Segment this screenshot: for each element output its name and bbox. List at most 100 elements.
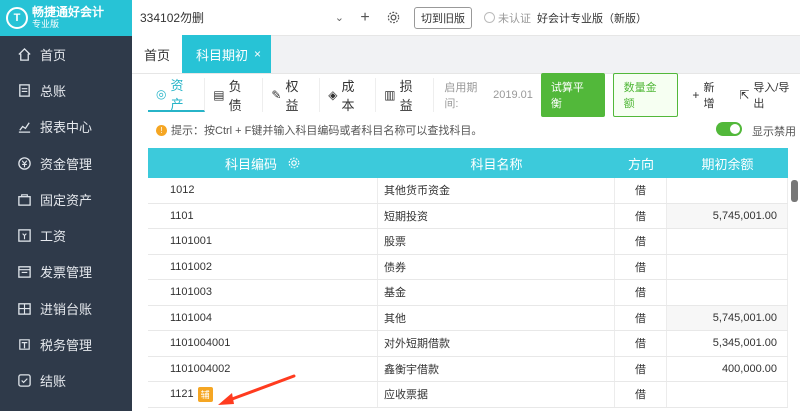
category-label: 负债: [228, 79, 242, 113]
table-row[interactable]: 1101001 股票 借: [148, 229, 788, 255]
export-icon: ⇱: [739, 88, 750, 102]
column-header-name: 科目名称: [470, 156, 523, 172]
close-icon[interactable]: ×: [254, 47, 261, 61]
tab-asset[interactable]: ◎ 资产: [148, 78, 206, 112]
table-row[interactable]: 1101003 基金 借: [148, 280, 788, 306]
tab-equity[interactable]: ✎ 权益: [263, 78, 321, 113]
import-export-button[interactable]: ⇱ 导入/导出: [739, 79, 800, 111]
sidebar-nav: 首页 总账 报表中心 资金管理 固定资产 工资 发票管理 进销台账 税务管理 结…: [0, 36, 132, 399]
cell-balance[interactable]: [667, 254, 788, 279]
ledger-icon: [16, 82, 32, 98]
chart-icon: [16, 119, 32, 135]
gear-icon[interactable]: [382, 7, 404, 29]
category-label: 权益: [285, 79, 299, 113]
cell-direction: 借: [615, 382, 667, 407]
cell-direction: 借: [615, 356, 667, 381]
cell-balance[interactable]: [667, 382, 788, 407]
cell-direction: 借: [615, 178, 667, 203]
scrollbar-thumb[interactable]: [791, 180, 798, 202]
tab-profit-loss[interactable]: ▥ 损益: [376, 78, 435, 113]
version-label: 好会计专业版（新版）: [537, 12, 647, 25]
table-row[interactable]: 1101002 债券 借: [148, 254, 788, 280]
sidebar-item-inventory[interactable]: 进销台账: [0, 290, 132, 326]
cost-tab-icon: ◈: [328, 88, 338, 102]
gear-icon[interactable]: [287, 156, 301, 170]
cell-balance[interactable]: 5,345,001.00: [667, 331, 788, 356]
cell-code: 1101001: [148, 229, 378, 254]
sidebar-item-reports[interactable]: 报表中心: [0, 109, 132, 145]
table-header: 科目编码 科目名称 方向 期初余额: [148, 148, 788, 178]
table-row[interactable]: 1101004001 对外短期借款 借 5,345,001.00: [148, 331, 788, 357]
sidebar-item-label: 总账: [40, 83, 67, 99]
logo-icon: T: [6, 7, 28, 29]
home-icon: [16, 46, 32, 62]
sidebar-item-funds[interactable]: 资金管理: [0, 145, 132, 181]
add-button[interactable]: + 新增: [692, 79, 725, 111]
sidebar-item-label: 固定资产: [40, 192, 93, 208]
cell-code: 1012: [148, 178, 378, 203]
auth-status[interactable]: 未认证: [484, 10, 531, 26]
trial-balance-button[interactable]: 试算平衡: [540, 73, 605, 117]
sidebar-item-fixed-assets[interactable]: 固定资产: [0, 181, 132, 217]
sidebar-item-label: 报表中心: [40, 120, 93, 136]
category-bar: ◎ 资产 ▤ 负债 ✎ 权益 ◈ 成本 ▥ 损益 启用期间: 2019.01 试…: [148, 73, 800, 117]
cell-name: 其他: [378, 305, 615, 330]
column-header-balance: 期初余额: [701, 156, 754, 172]
add-label: 新增: [703, 82, 715, 110]
sidebar-item-label: 进销台账: [40, 301, 93, 317]
cell-name: 短期投资: [378, 203, 615, 228]
money-icon: [16, 155, 32, 171]
sidebar-item-home[interactable]: 首页: [0, 36, 132, 72]
tab-liability[interactable]: ▤ 负债: [205, 78, 264, 113]
cell-balance[interactable]: 400,000.00: [667, 356, 788, 381]
tab-opening-balance[interactable]: 科目期初 ×: [182, 35, 272, 73]
top-bar: 334102勿删 ⌄ + 切到旧版 未认证 好会计专业版（新版）: [132, 0, 800, 36]
start-period-label: 启用期间:: [444, 82, 478, 110]
app-logo[interactable]: T 畅捷通好会计 专业版: [0, 0, 132, 36]
sidebar-item-closing[interactable]: 结账: [0, 363, 132, 399]
show-disabled-toggle[interactable]: [716, 122, 742, 136]
switch-old-version-button[interactable]: 切到旧版: [414, 6, 472, 29]
tab-cost[interactable]: ◈ 成本: [320, 78, 377, 113]
sidebar-item-ledger[interactable]: 总账: [0, 72, 132, 108]
table-row[interactable]: 1012 其他货币资金 借: [148, 178, 788, 204]
add-icon[interactable]: +: [354, 7, 376, 29]
cell-balance: 5,745,001.00: [667, 203, 788, 228]
header-label: 科目编码: [224, 156, 277, 172]
cell-code: 1101004001: [148, 331, 378, 356]
cell-balance[interactable]: [667, 178, 788, 203]
toggle-knob: [730, 124, 740, 134]
cell-code: 1101004: [148, 305, 378, 330]
hint-text: 提示：按Ctrl + F键并输入科目编码或者科目名称可以查找科目。: [171, 125, 483, 137]
info-icon: !: [156, 124, 167, 136]
sidebar-item-label: 税务管理: [40, 338, 93, 354]
tab-home[interactable]: 首页: [132, 35, 183, 73]
account-selector[interactable]: 334102勿删 ⌄: [140, 9, 348, 26]
cell-balance[interactable]: [667, 229, 788, 254]
salary-icon: [16, 228, 32, 244]
account-name: 334102勿删: [140, 11, 205, 25]
cell-balance[interactable]: [667, 280, 788, 305]
cell-name: 债券: [378, 254, 615, 279]
opening-balance-table: 科目编码 科目名称 方向 期初余额 1012 其他货币资金 借 1101 短期投…: [148, 148, 788, 408]
close-account-icon: [16, 373, 32, 389]
invoice-icon: [16, 264, 32, 280]
cell-direction: 借: [615, 280, 667, 305]
sidebar-item-label: 工资: [40, 229, 67, 245]
cell-balance: 5,745,001.00: [667, 305, 788, 330]
sidebar-item-invoices[interactable]: 发票管理: [0, 254, 132, 290]
sidebar-item-salary[interactable]: 工资: [0, 217, 132, 253]
category-label: 成本: [341, 79, 355, 113]
table-row[interactable]: 1101004 其他 借 5,745,001.00: [148, 305, 788, 331]
sidebar-item-tax[interactable]: 税务管理: [0, 326, 132, 362]
logo-edition: 专业版: [32, 18, 60, 29]
quantity-amount-button[interactable]: 数量金额: [612, 73, 679, 117]
cell-name: 基金: [378, 280, 615, 305]
cell-code-text: 1121: [170, 388, 194, 401]
sidebar-item-label: 结账: [40, 374, 67, 390]
table-row[interactable]: 1101 短期投资 借 5,745,001.00: [148, 203, 788, 229]
sidebar-item-label: 发票管理: [40, 265, 93, 281]
tax-icon: [16, 337, 32, 353]
column-header-direction: 方向: [627, 156, 654, 172]
profit-tab-icon: ▥: [384, 88, 396, 102]
